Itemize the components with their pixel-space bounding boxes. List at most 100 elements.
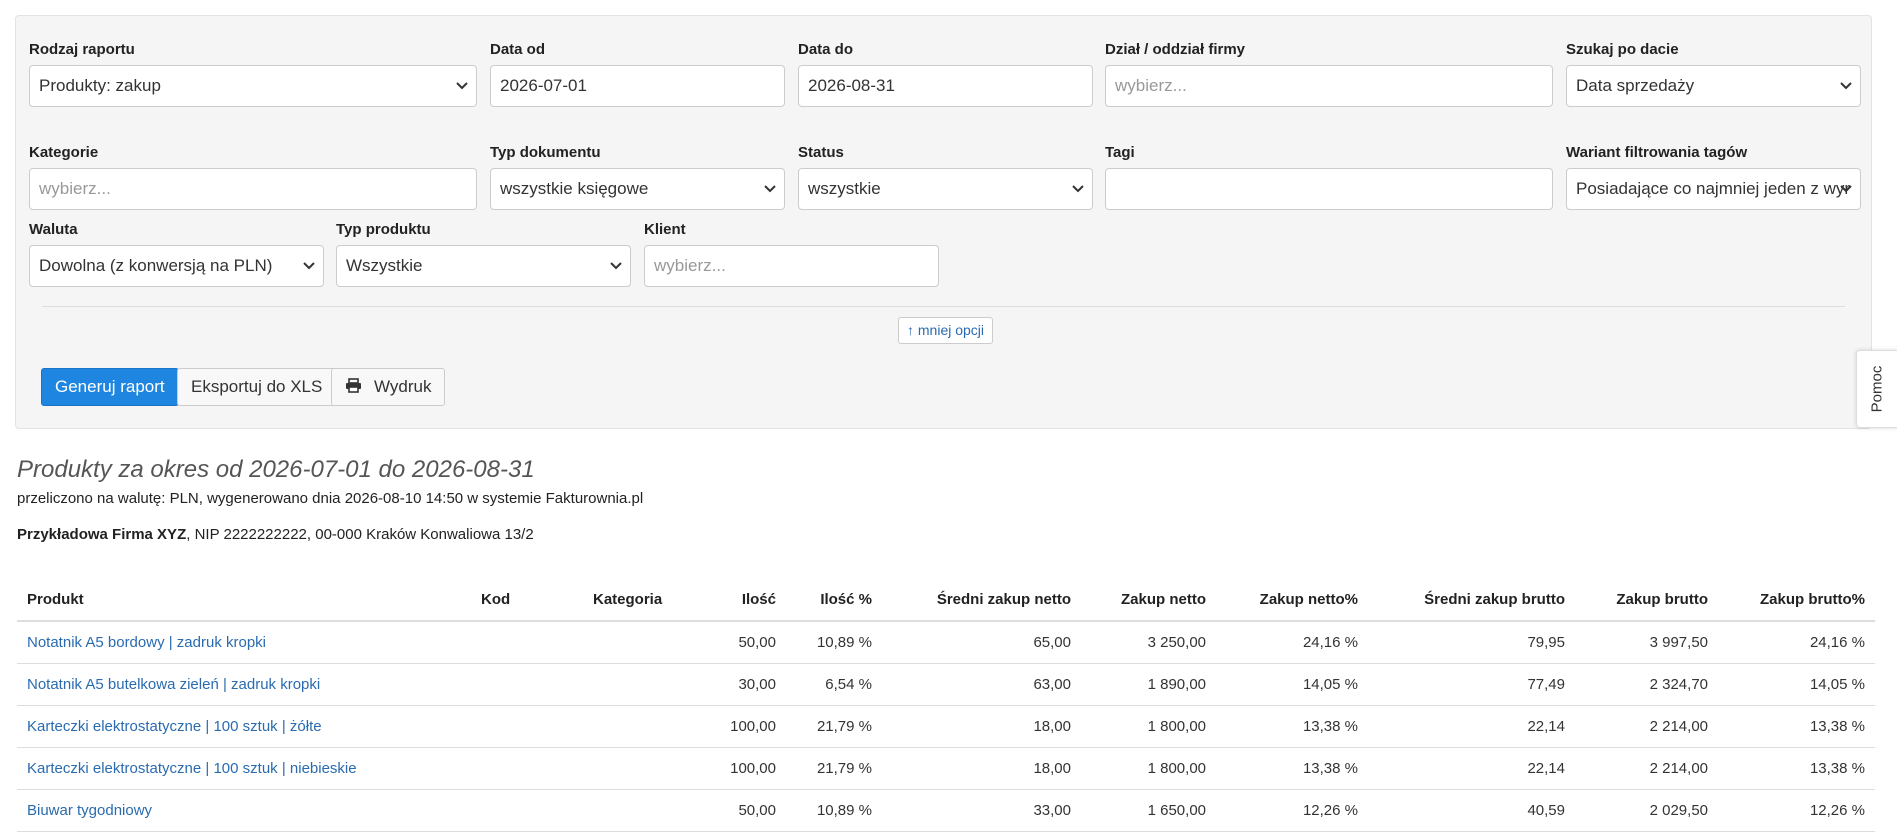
table-cell — [583, 789, 714, 832]
tags-input[interactable] — [1105, 168, 1553, 210]
client-label: Klient — [644, 221, 686, 238]
chevron-down-icon — [302, 258, 316, 272]
company-info: Przykładowa Firma XYZ, NIP 2222222222, 0… — [17, 526, 534, 543]
table-cell: 24,16 % — [1718, 621, 1875, 664]
currency-value: Dowolna (z konwersją na PLN) — [39, 256, 273, 275]
product-cell: Karteczki elektrostatyczne | 100 sztuk |… — [17, 705, 471, 748]
report-type-field: Rodzaj raportu Produkty: zakup — [29, 41, 477, 107]
categories-input[interactable]: wybierz... — [29, 168, 477, 210]
product-cell: Karteczki elektrostatyczne | 100 sztuk |… — [17, 747, 471, 790]
table-row: Notatnik A5 butelkowa zieleń | zadruk kr… — [17, 663, 1875, 706]
tags-label: Tagi — [1105, 144, 1135, 161]
table-cell: 79,95 — [1368, 621, 1575, 664]
date-to-field: Data do 2026-08-31 — [798, 41, 1093, 107]
company-details: , NIP 2222222222, 00-000 Kraków Konwalio… — [186, 526, 534, 543]
product-link[interactable]: Notatnik A5 bordowy | zadruk kropki — [27, 634, 266, 651]
table-cell: 2 029,50 — [1575, 789, 1718, 832]
product-type-select[interactable]: Wszystkie — [336, 245, 631, 287]
chevron-down-icon — [1839, 181, 1853, 195]
client-input[interactable]: wybierz... — [644, 245, 939, 287]
table-cell — [471, 663, 583, 706]
report-title: Produkty za okres od 2026-07-01 do 2026-… — [17, 456, 535, 483]
tag-filter-select[interactable]: Posiadające co najmniej jeden z wyr — [1566, 168, 1861, 210]
product-link[interactable]: Biuwar tygodniowy — [27, 802, 152, 819]
table-cell — [471, 747, 583, 790]
product-link[interactable]: Karteczki elektrostatyczne | 100 sztuk |… — [27, 718, 322, 735]
table-cell: 10,89 % — [786, 621, 882, 664]
table-cell: 33,00 — [882, 789, 1081, 832]
product-cell: Biuwar tygodniowy — [17, 789, 471, 832]
report-type-select[interactable]: Produkty: zakup — [29, 65, 477, 107]
column-header[interactable]: Kod — [471, 578, 583, 622]
table-row: Karteczki elektrostatyczne | 100 sztuk |… — [17, 705, 1875, 748]
column-header[interactable]: Średni zakup netto — [882, 578, 1081, 622]
company-name: Przykładowa Firma XYZ — [17, 526, 187, 543]
column-header[interactable]: Kategoria — [583, 578, 714, 622]
date-to-input[interactable]: 2026-08-31 — [798, 65, 1093, 107]
product-link[interactable]: Notatnik A5 butelkowa zieleń | zadruk kr… — [27, 676, 320, 693]
help-tab[interactable]: Pomoc — [1856, 350, 1897, 428]
status-select[interactable]: wszystkie — [798, 168, 1093, 210]
client-field: Klient wybierz... — [644, 221, 939, 287]
table-cell: 30,00 — [714, 663, 786, 706]
product-cell: Notatnik A5 bordowy | zadruk kropki — [17, 621, 471, 664]
table-cell: 12,26 % — [1718, 789, 1875, 832]
status-field: Status wszystkie — [798, 144, 1093, 210]
currency-select[interactable]: Dowolna (z konwersją na PLN) — [29, 245, 324, 287]
tag-filter-field: Wariant filtrowania tagów Posiadające co… — [1566, 144, 1861, 210]
status-label: Status — [798, 144, 844, 161]
column-header[interactable]: Ilość % — [786, 578, 882, 622]
doc-type-select[interactable]: wszystkie księgowe — [490, 168, 785, 210]
table-cell: 1 890,00 — [1081, 663, 1216, 706]
column-header[interactable]: Produkt — [17, 578, 471, 622]
product-cell: Notatnik A5 butelkowa zieleń | zadruk kr… — [17, 663, 471, 706]
department-input[interactable]: wybierz... — [1105, 65, 1553, 107]
table-cell: 14,05 % — [1216, 663, 1368, 706]
product-type-field: Typ produktu Wszystkie — [336, 221, 631, 287]
column-header[interactable]: Zakup brutto — [1575, 578, 1718, 622]
table-cell: 1 800,00 — [1081, 747, 1216, 790]
table-cell: 1 800,00 — [1081, 705, 1216, 748]
table-cell: 6,54 % — [786, 663, 882, 706]
table-cell: 13,38 % — [1718, 705, 1875, 748]
less-options-button[interactable]: ↑ mniej opcji — [898, 317, 994, 344]
report-type-label: Rodzaj raportu — [29, 41, 135, 58]
table-cell: 10,89 % — [786, 789, 882, 832]
table-cell: 22,14 — [1368, 705, 1575, 748]
table-cell: 1 650,00 — [1081, 789, 1216, 832]
chevron-down-icon — [455, 78, 469, 92]
column-header[interactable]: Zakup netto — [1081, 578, 1216, 622]
report-type-value: Produkty: zakup — [39, 76, 161, 95]
table-cell: 18,00 — [882, 705, 1081, 748]
column-header[interactable]: Średni zakup brutto — [1368, 578, 1575, 622]
date-from-field: Data od 2026-07-01 — [490, 41, 785, 107]
column-header[interactable]: Zakup brutto% — [1718, 578, 1875, 622]
product-link[interactable]: Karteczki elektrostatyczne | 100 sztuk |… — [27, 760, 357, 777]
column-header[interactable]: Ilość — [714, 578, 786, 622]
table-row: Karteczki elektrostatyczne | 100 sztuk |… — [17, 747, 1875, 790]
generate-report-button[interactable]: Generuj raport — [41, 368, 179, 406]
table-cell: 2 324,70 — [1575, 663, 1718, 706]
product-type-value: Wszystkie — [346, 256, 423, 275]
table-cell — [583, 747, 714, 790]
categories-label: Kategorie — [29, 144, 99, 161]
date-from-input[interactable]: 2026-07-01 — [490, 65, 785, 107]
table-cell: 13,38 % — [1718, 747, 1875, 790]
table-cell: 22,14 — [1368, 747, 1575, 790]
tag-filter-value: Posiadające co najmniej jeden z wyr — [1576, 179, 1851, 198]
table-cell: 21,79 % — [786, 747, 882, 790]
export-xls-button[interactable]: Eksportuj do XLS — [177, 368, 337, 406]
table-cell: 100,00 — [714, 747, 786, 790]
chevron-down-icon — [1839, 78, 1853, 92]
date-from-label: Data od — [490, 41, 546, 58]
table-cell: 21,79 % — [786, 705, 882, 748]
status-value: wszystkie — [808, 179, 881, 198]
search-by-date-value: Data sprzedaży — [1576, 76, 1695, 95]
report-table: Produkt Kod Kategoria Ilość Ilość % Śred… — [17, 578, 1875, 832]
currency-label: Waluta — [29, 221, 78, 238]
table-cell — [471, 705, 583, 748]
column-header[interactable]: Zakup netto% — [1216, 578, 1368, 622]
search-by-date-select[interactable]: Data sprzedaży — [1566, 65, 1861, 107]
print-button[interactable]: Wydruk — [331, 368, 446, 406]
table-cell — [583, 705, 714, 748]
